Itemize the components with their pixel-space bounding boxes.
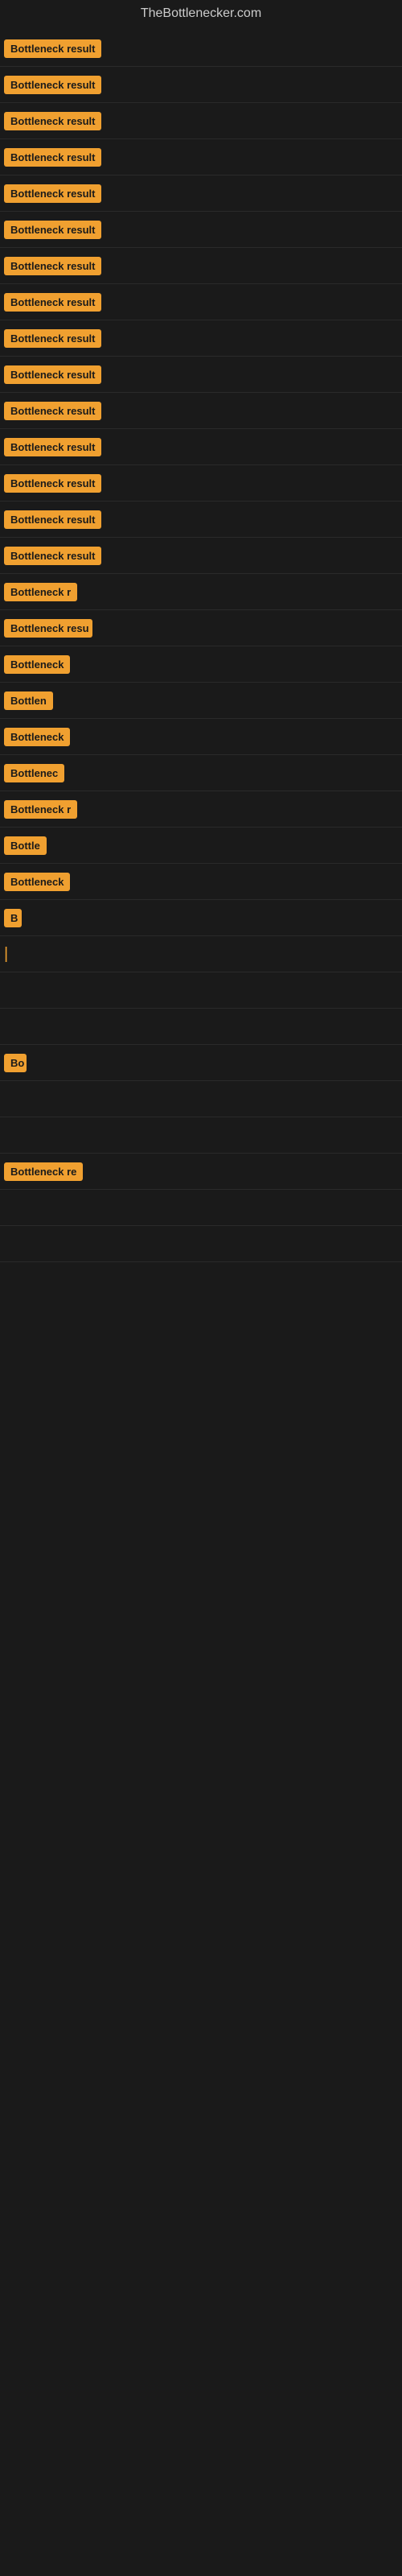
list-item: Bottleneck result	[0, 139, 402, 175]
list-item: Bottleneck	[0, 646, 402, 683]
list-item: Bottlenec	[0, 755, 402, 791]
bottleneck-badge: Bottleneck result	[4, 547, 101, 565]
bottleneck-badge: Bottleneck result	[4, 402, 101, 420]
list-item	[0, 1190, 402, 1226]
bottleneck-badge: Bottleneck result	[4, 76, 101, 94]
bottleneck-badge: Bottleneck result	[4, 329, 101, 348]
bottleneck-badge: Bottle	[4, 836, 47, 855]
list-item: Bottleneck re	[0, 1154, 402, 1190]
bottleneck-badge: Bottleneck result	[4, 39, 101, 58]
list-item: Bottleneck result	[0, 502, 402, 538]
list-item	[0, 972, 402, 1009]
bottleneck-badge: Bottleneck result	[4, 438, 101, 456]
list-item	[0, 1081, 402, 1117]
list-item: Bottleneck result	[0, 465, 402, 502]
bottleneck-badge: Bottleneck	[4, 655, 70, 674]
list-item	[0, 1226, 402, 1262]
bottleneck-badge: Bottleneck result	[4, 221, 101, 239]
bottleneck-badge: Bottleneck re	[4, 1162, 83, 1181]
bottleneck-badge: Bottleneck r	[4, 583, 77, 601]
list-item: Bottleneck result	[0, 393, 402, 429]
bottleneck-badge: Bottleneck result	[4, 257, 101, 275]
bottleneck-badge: B	[4, 909, 22, 927]
list-item: Bottleneck r	[0, 791, 402, 828]
list-item: Bottleneck result	[0, 538, 402, 574]
bottleneck-badge: Bottleneck result	[4, 112, 101, 130]
list-item: Bottleneck result	[0, 212, 402, 248]
list-item: Bottleneck result	[0, 248, 402, 284]
bottleneck-badge: Bottleneck resu	[4, 619, 92, 638]
list-item: Bottleneck result	[0, 429, 402, 465]
list-item: Bottleneck resu	[0, 610, 402, 646]
list-item: Bottleneck r	[0, 574, 402, 610]
bottleneck-badge: Bottleneck result	[4, 474, 101, 493]
list-item: Bottleneck result	[0, 67, 402, 103]
list-item: Bottle	[0, 828, 402, 864]
list-item: Bottleneck	[0, 719, 402, 755]
cursor-indicator: |	[4, 945, 8, 964]
bottleneck-badge: Bottleneck result	[4, 510, 101, 529]
list-item	[0, 1117, 402, 1154]
bottleneck-badge: Bottleneck	[4, 728, 70, 746]
bottleneck-badge: Bottleneck result	[4, 365, 101, 384]
list-item: Bottleneck result	[0, 284, 402, 320]
bottleneck-badge: Bottlenec	[4, 764, 64, 782]
bottleneck-badge: Bottlen	[4, 691, 53, 710]
list-item: Bottleneck result	[0, 103, 402, 139]
list-item: Bottlen	[0, 683, 402, 719]
bottleneck-badge: Bottleneck result	[4, 148, 101, 167]
list-item: Bottleneck result	[0, 175, 402, 212]
bottleneck-badge: Bottleneck	[4, 873, 70, 891]
list-item	[0, 1009, 402, 1045]
bottleneck-badge: Bottleneck result	[4, 293, 101, 312]
bottleneck-badge: Bo	[4, 1054, 27, 1072]
list-item: Bottleneck result	[0, 357, 402, 393]
list-item: B	[0, 900, 402, 936]
list-item: |	[0, 936, 402, 972]
bottleneck-badge: Bottleneck r	[4, 800, 77, 819]
site-title: TheBottlenecker.com	[0, 0, 402, 31]
list-item: Bottleneck	[0, 864, 402, 900]
list-item: Bo	[0, 1045, 402, 1081]
list-item: Bottleneck result	[0, 320, 402, 357]
bottleneck-badge: Bottleneck result	[4, 184, 101, 203]
list-item: Bottleneck result	[0, 31, 402, 67]
